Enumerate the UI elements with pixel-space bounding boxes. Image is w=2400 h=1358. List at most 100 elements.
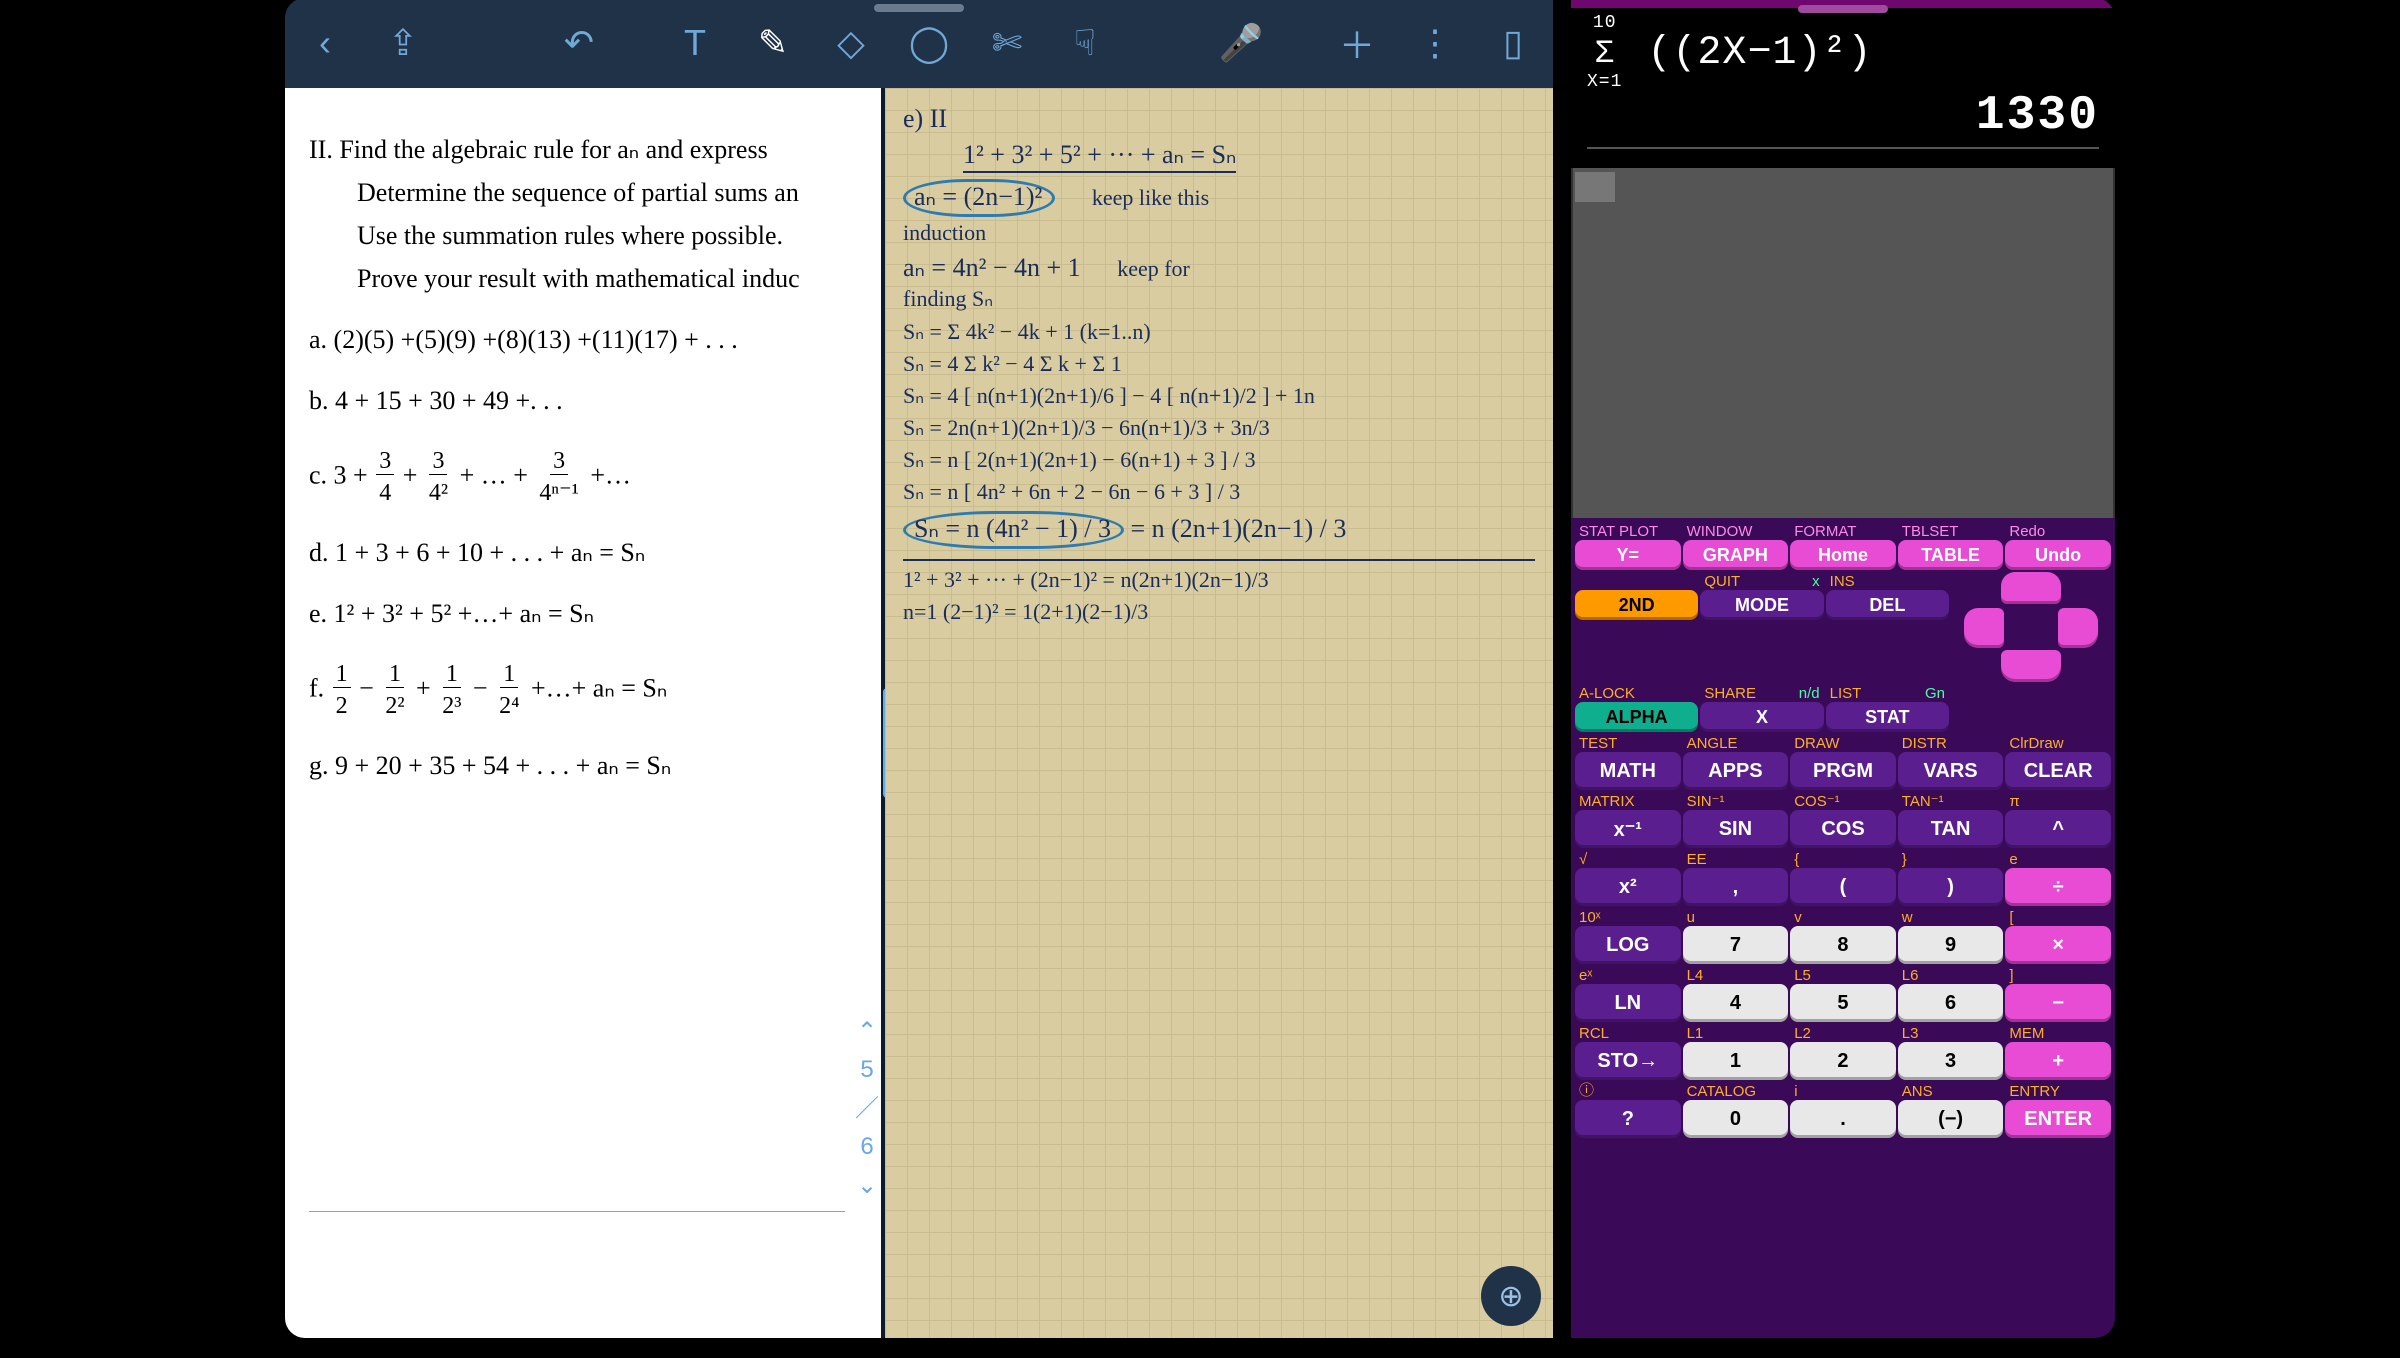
key-7[interactable]: 7 — [1683, 926, 1789, 964]
key-del[interactable]: DEL — [1826, 590, 1949, 620]
page-down-button[interactable]: ⌄ — [855, 1170, 879, 1202]
zoom-button[interactable]: ⊕ — [1481, 1266, 1541, 1326]
key-table[interactable]: TABLE — [1898, 540, 2004, 570]
calc-cursor — [1575, 172, 1615, 202]
key-0[interactable]: 0 — [1683, 1100, 1789, 1138]
key--[interactable]: (−) — [1898, 1100, 2004, 1138]
key-3[interactable]: 3 — [1898, 1042, 2004, 1080]
app-split-divider[interactable] — [1553, 0, 1571, 1338]
key--[interactable]: , — [1683, 868, 1789, 906]
key-cell: A-LOCKALPHA — [1575, 684, 1698, 732]
key-secondary-label: WINDOW — [1683, 522, 1789, 540]
calc-scroll-area[interactable] — [1571, 168, 2115, 518]
key-cell: ANGLEAPPS — [1683, 734, 1789, 790]
doc-bottom-rule — [309, 1211, 845, 1212]
key-secondary-label: { — [1790, 850, 1896, 868]
key-cell: 2ND — [1575, 572, 1698, 682]
key-x[interactable]: X — [1700, 702, 1823, 732]
problem-c-lead: c. 3 + — [309, 460, 368, 489]
key-9[interactable]: 9 — [1898, 926, 2004, 964]
key-x-[interactable]: x² — [1575, 868, 1681, 906]
dpad-down[interactable] — [2001, 650, 2061, 682]
pen-tool-icon[interactable]: ✎ — [753, 23, 793, 63]
key-secondary-label: v — [1790, 908, 1896, 926]
highlighter-tool-icon[interactable]: ◇ — [831, 23, 871, 63]
key-alpha[interactable]: ALPHA — [1575, 702, 1698, 732]
key-secondary-label: DRAW — [1790, 734, 1896, 752]
dpad-up[interactable] — [2001, 572, 2061, 604]
problem-f: f. 12 − 12² + 12³ − 12⁴ +…+ aₙ = Sₙ — [309, 658, 871, 723]
share-button[interactable]: ⇪ — [383, 23, 423, 63]
back-button[interactable]: ‹ — [305, 23, 345, 63]
text-tool-icon[interactable]: T — [675, 23, 715, 63]
key-2nd[interactable]: 2ND — [1575, 590, 1698, 620]
key-2[interactable]: 2 — [1790, 1042, 1896, 1080]
key-cos[interactable]: COS — [1790, 810, 1896, 848]
smudge-tool-icon[interactable]: ☟ — [1065, 23, 1105, 63]
dpad-right[interactable] — [2058, 608, 2098, 648]
key-prgm[interactable]: PRGM — [1790, 752, 1896, 790]
pages-button[interactable]: ▯ — [1493, 23, 1533, 63]
page-up-button[interactable]: ⌃ — [855, 1016, 879, 1048]
key-home[interactable]: Home — [1790, 540, 1896, 570]
key-8[interactable]: 8 — [1790, 926, 1896, 964]
key-sto-[interactable]: STO→ — [1575, 1042, 1681, 1080]
page-total: 6 — [855, 1131, 879, 1163]
key-secondary-label: QUITx — [1700, 572, 1823, 590]
problem-document[interactable]: II. Find the algebraic rule for aₙ and e… — [285, 88, 885, 1338]
multitask-handle-left[interactable] — [874, 4, 964, 12]
key-ln[interactable]: LN — [1575, 984, 1681, 1022]
key--[interactable]: ( — [1790, 868, 1896, 906]
key-secondary-label: LISTGn — [1826, 684, 1949, 702]
key-secondary-label: Redo — [2005, 522, 2111, 540]
key-1[interactable]: 1 — [1683, 1042, 1789, 1080]
dpad-left[interactable] — [1964, 608, 2004, 648]
key-vars[interactable]: VARS — [1898, 752, 2004, 790]
key-graph[interactable]: GRAPH — [1683, 540, 1789, 570]
eraser-tool-icon[interactable]: ◯ — [909, 23, 949, 63]
key--[interactable]: ) — [1898, 868, 2004, 906]
key-cell: TAN⁻¹TAN — [1898, 792, 2004, 848]
key-y-[interactable]: Y= — [1575, 540, 1681, 570]
key-secondary-label: EE — [1683, 850, 1789, 868]
mic-tool-icon[interactable]: 🎤 — [1221, 23, 1261, 63]
key-mode[interactable]: MODE — [1700, 590, 1823, 620]
key--[interactable]: + — [2005, 1042, 2111, 1080]
sigma-icon: Σ — [1595, 35, 1615, 72]
undo-button[interactable]: ↶ — [559, 23, 599, 63]
key-secondary-label: L1 — [1683, 1024, 1789, 1042]
key-stat[interactable]: STAT — [1826, 702, 1949, 732]
key-cell: STAT PLOTY= — [1575, 522, 1681, 570]
handwriting-canvas[interactable]: e) II 1² + 3² + 5² + ··· + aₙ = Sₙ aₙ = … — [885, 88, 1553, 1338]
key-cell: L33 — [1898, 1024, 2004, 1080]
key--[interactable]: × — [2005, 926, 2111, 964]
key-cell: ClrDrawCLEAR — [2005, 734, 2111, 790]
scissors-tool-icon[interactable]: ✄ — [987, 23, 1027, 63]
key-4[interactable]: 4 — [1683, 984, 1789, 1022]
problem-e: e. 1² + 3² + 5² +…+ aₙ = Sₙ — [309, 596, 871, 631]
key-secondary-label: CATALOG — [1683, 1082, 1789, 1100]
key--[interactable]: − — [2005, 984, 2111, 1022]
key-apps[interactable]: APPS — [1683, 752, 1789, 790]
key-row: STAT PLOTY=WINDOWGRAPHFORMATHomeTBLSETTA… — [1575, 522, 2111, 570]
key--[interactable]: ÷ — [2005, 868, 2111, 906]
key-log[interactable]: LOG — [1575, 926, 1681, 964]
more-button[interactable]: ⋮ — [1415, 23, 1455, 63]
key-x-[interactable]: x⁻¹ — [1575, 810, 1681, 848]
multitask-handle-right[interactable] — [1798, 5, 1888, 13]
key--[interactable]: ? — [1575, 1100, 1681, 1138]
add-button[interactable]: ＋ — [1337, 23, 1377, 63]
key-row: eˣLNL44L55L66]− — [1575, 966, 2111, 1022]
key-undo[interactable]: Undo — [2005, 540, 2111, 570]
page-sep: ／ — [855, 1093, 879, 1125]
key-enter[interactable]: ENTER — [2005, 1100, 2111, 1138]
key-math[interactable]: MATH — [1575, 752, 1681, 790]
key-sin[interactable]: SIN — [1683, 810, 1789, 848]
key-6[interactable]: 6 — [1898, 984, 2004, 1022]
key-cell: RCLSTO→ — [1575, 1024, 1681, 1080]
key--[interactable]: ^ — [2005, 810, 2111, 848]
key-5[interactable]: 5 — [1790, 984, 1896, 1022]
key-tan[interactable]: TAN — [1898, 810, 2004, 848]
key--[interactable]: . — [1790, 1100, 1896, 1138]
key-clear[interactable]: CLEAR — [2005, 752, 2111, 790]
